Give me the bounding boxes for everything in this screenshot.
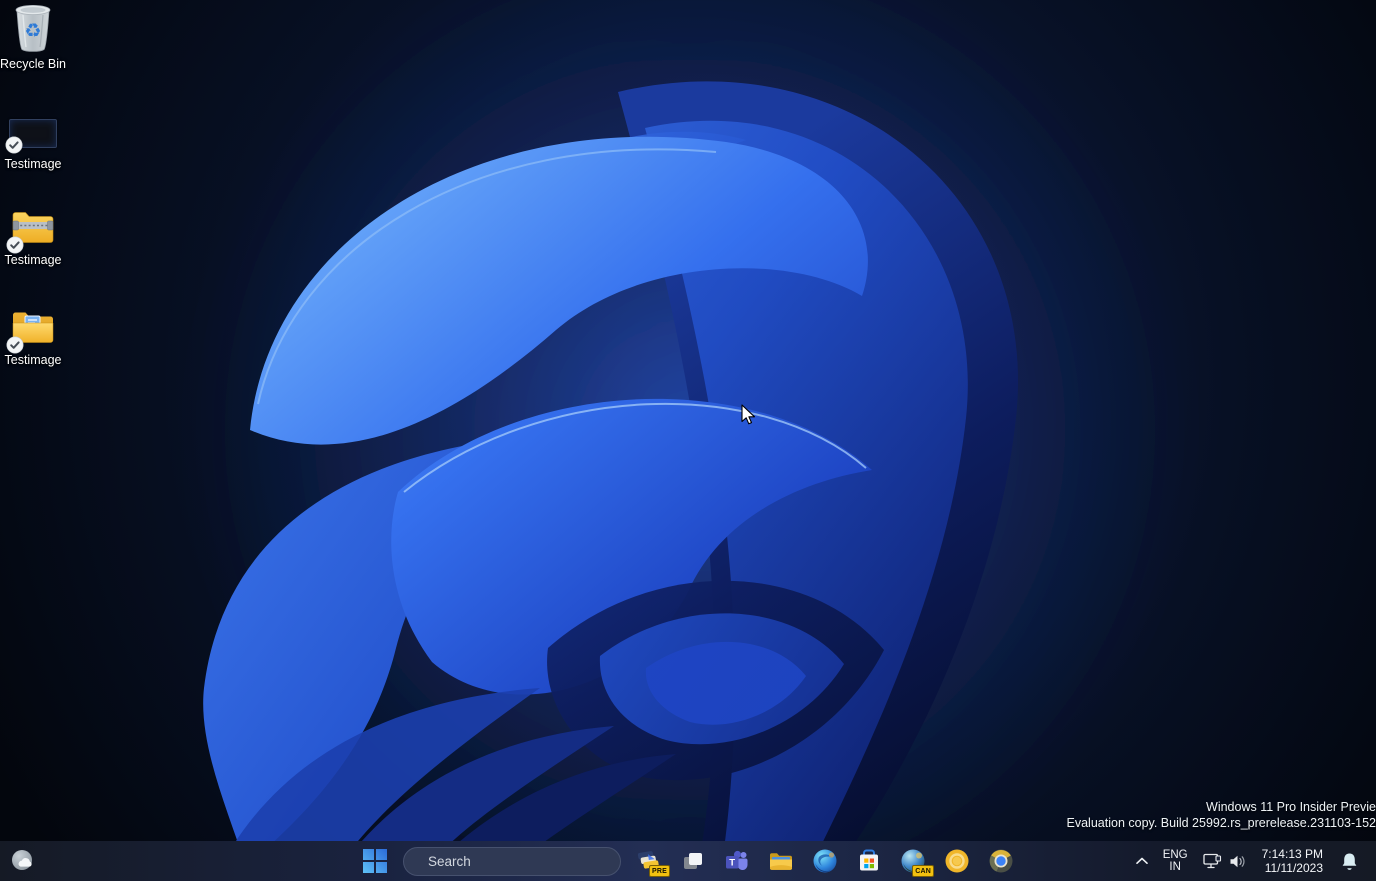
folder-icon (9, 304, 57, 350)
sync-check-badge-icon (6, 236, 24, 254)
clock-date: 11/11/2023 (1265, 861, 1323, 875)
file-explorer-icon (768, 848, 794, 874)
start-button[interactable] (353, 841, 397, 881)
clock[interactable]: 7:14:13 PM 11/11/2023 (1254, 841, 1331, 881)
task-view-icon (681, 849, 705, 873)
pinned-app-teams[interactable]: T (715, 841, 759, 881)
pinned-app-file-explorer[interactable] (759, 841, 803, 881)
microsoft-store-icon (856, 848, 882, 874)
zipped-folder-icon (9, 204, 57, 250)
recycle-bin-icon: ♻ (9, 2, 57, 54)
pinned-app-microsoft-store[interactable] (847, 841, 891, 881)
chevron-up-icon (1136, 857, 1148, 865)
can-badge: CAN (912, 865, 934, 877)
chrome-canary-icon (944, 848, 970, 874)
ethernet-icon (1203, 853, 1222, 869)
pinned-app-chrome-canary[interactable] (935, 841, 979, 881)
desktop-icon-label: Recycle Bin (0, 57, 66, 71)
taskbar: PRE T (0, 841, 1376, 881)
pinned-app-chrome-dev[interactable] (979, 841, 1023, 881)
watermark-line1: Windows 11 Pro Insider Previe (1067, 800, 1376, 816)
svg-text:♻: ♻ (24, 20, 41, 42)
chrome-dev-icon (988, 848, 1014, 874)
network-volume-button[interactable] (1196, 841, 1253, 881)
task-view-button[interactable] (671, 841, 715, 881)
image-thumbnail-icon (9, 112, 57, 154)
desktop-icon-label: Testimage (5, 253, 62, 267)
pinned-app-edge[interactable] (803, 841, 847, 881)
watermark-line2: Evaluation copy. Build 25992.rs_prerelea… (1067, 816, 1376, 832)
pinned-app-preview[interactable]: PRE (627, 841, 671, 881)
sync-check-badge-icon (6, 336, 24, 354)
desktop-icon-testimage-zip[interactable]: Testimage (0, 204, 71, 267)
tray-overflow-button[interactable] (1129, 841, 1155, 881)
desktop-icon-label: Testimage (5, 157, 62, 171)
desktop-icon-recycle-bin[interactable]: ♻ Recycle Bin (0, 2, 71, 71)
pinned-app-edge-canary[interactable]: CAN (891, 841, 935, 881)
moon-cloud-weather-icon (10, 848, 36, 874)
taskbar-search[interactable] (403, 847, 621, 876)
bloom-wallpaper (0, 0, 1376, 881)
windows-logo-icon (363, 849, 387, 873)
evaluation-watermark: Windows 11 Pro Insider Previe Evaluation… (1067, 800, 1376, 831)
notification-center-button[interactable] (1332, 841, 1366, 881)
widgets-button[interactable] (4, 841, 42, 881)
svg-text:T: T (729, 858, 735, 869)
microsoft-teams-icon: T (724, 848, 750, 874)
sync-check-badge-icon (5, 136, 23, 154)
desktop-icon-label: Testimage (5, 353, 62, 367)
notification-bell-icon (1341, 852, 1358, 871)
mouse-cursor (741, 404, 756, 426)
microsoft-edge-icon (812, 848, 838, 874)
desktop-icon-testimage-folder[interactable]: Testimage (0, 304, 71, 367)
language-indicator[interactable]: ENG IN (1156, 841, 1195, 881)
pre-badge: PRE (649, 865, 670, 877)
search-input[interactable] (426, 853, 607, 870)
clock-time: 7:14:13 PM (1262, 847, 1323, 861)
desktop-icon-testimage-file[interactable]: Testimage (0, 112, 71, 171)
language-line1: ENG (1163, 849, 1188, 862)
speaker-icon (1229, 854, 1246, 869)
windows-desktop: ♻ Recycle Bin Testimage (0, 0, 1376, 881)
language-line2: IN (1169, 861, 1181, 874)
